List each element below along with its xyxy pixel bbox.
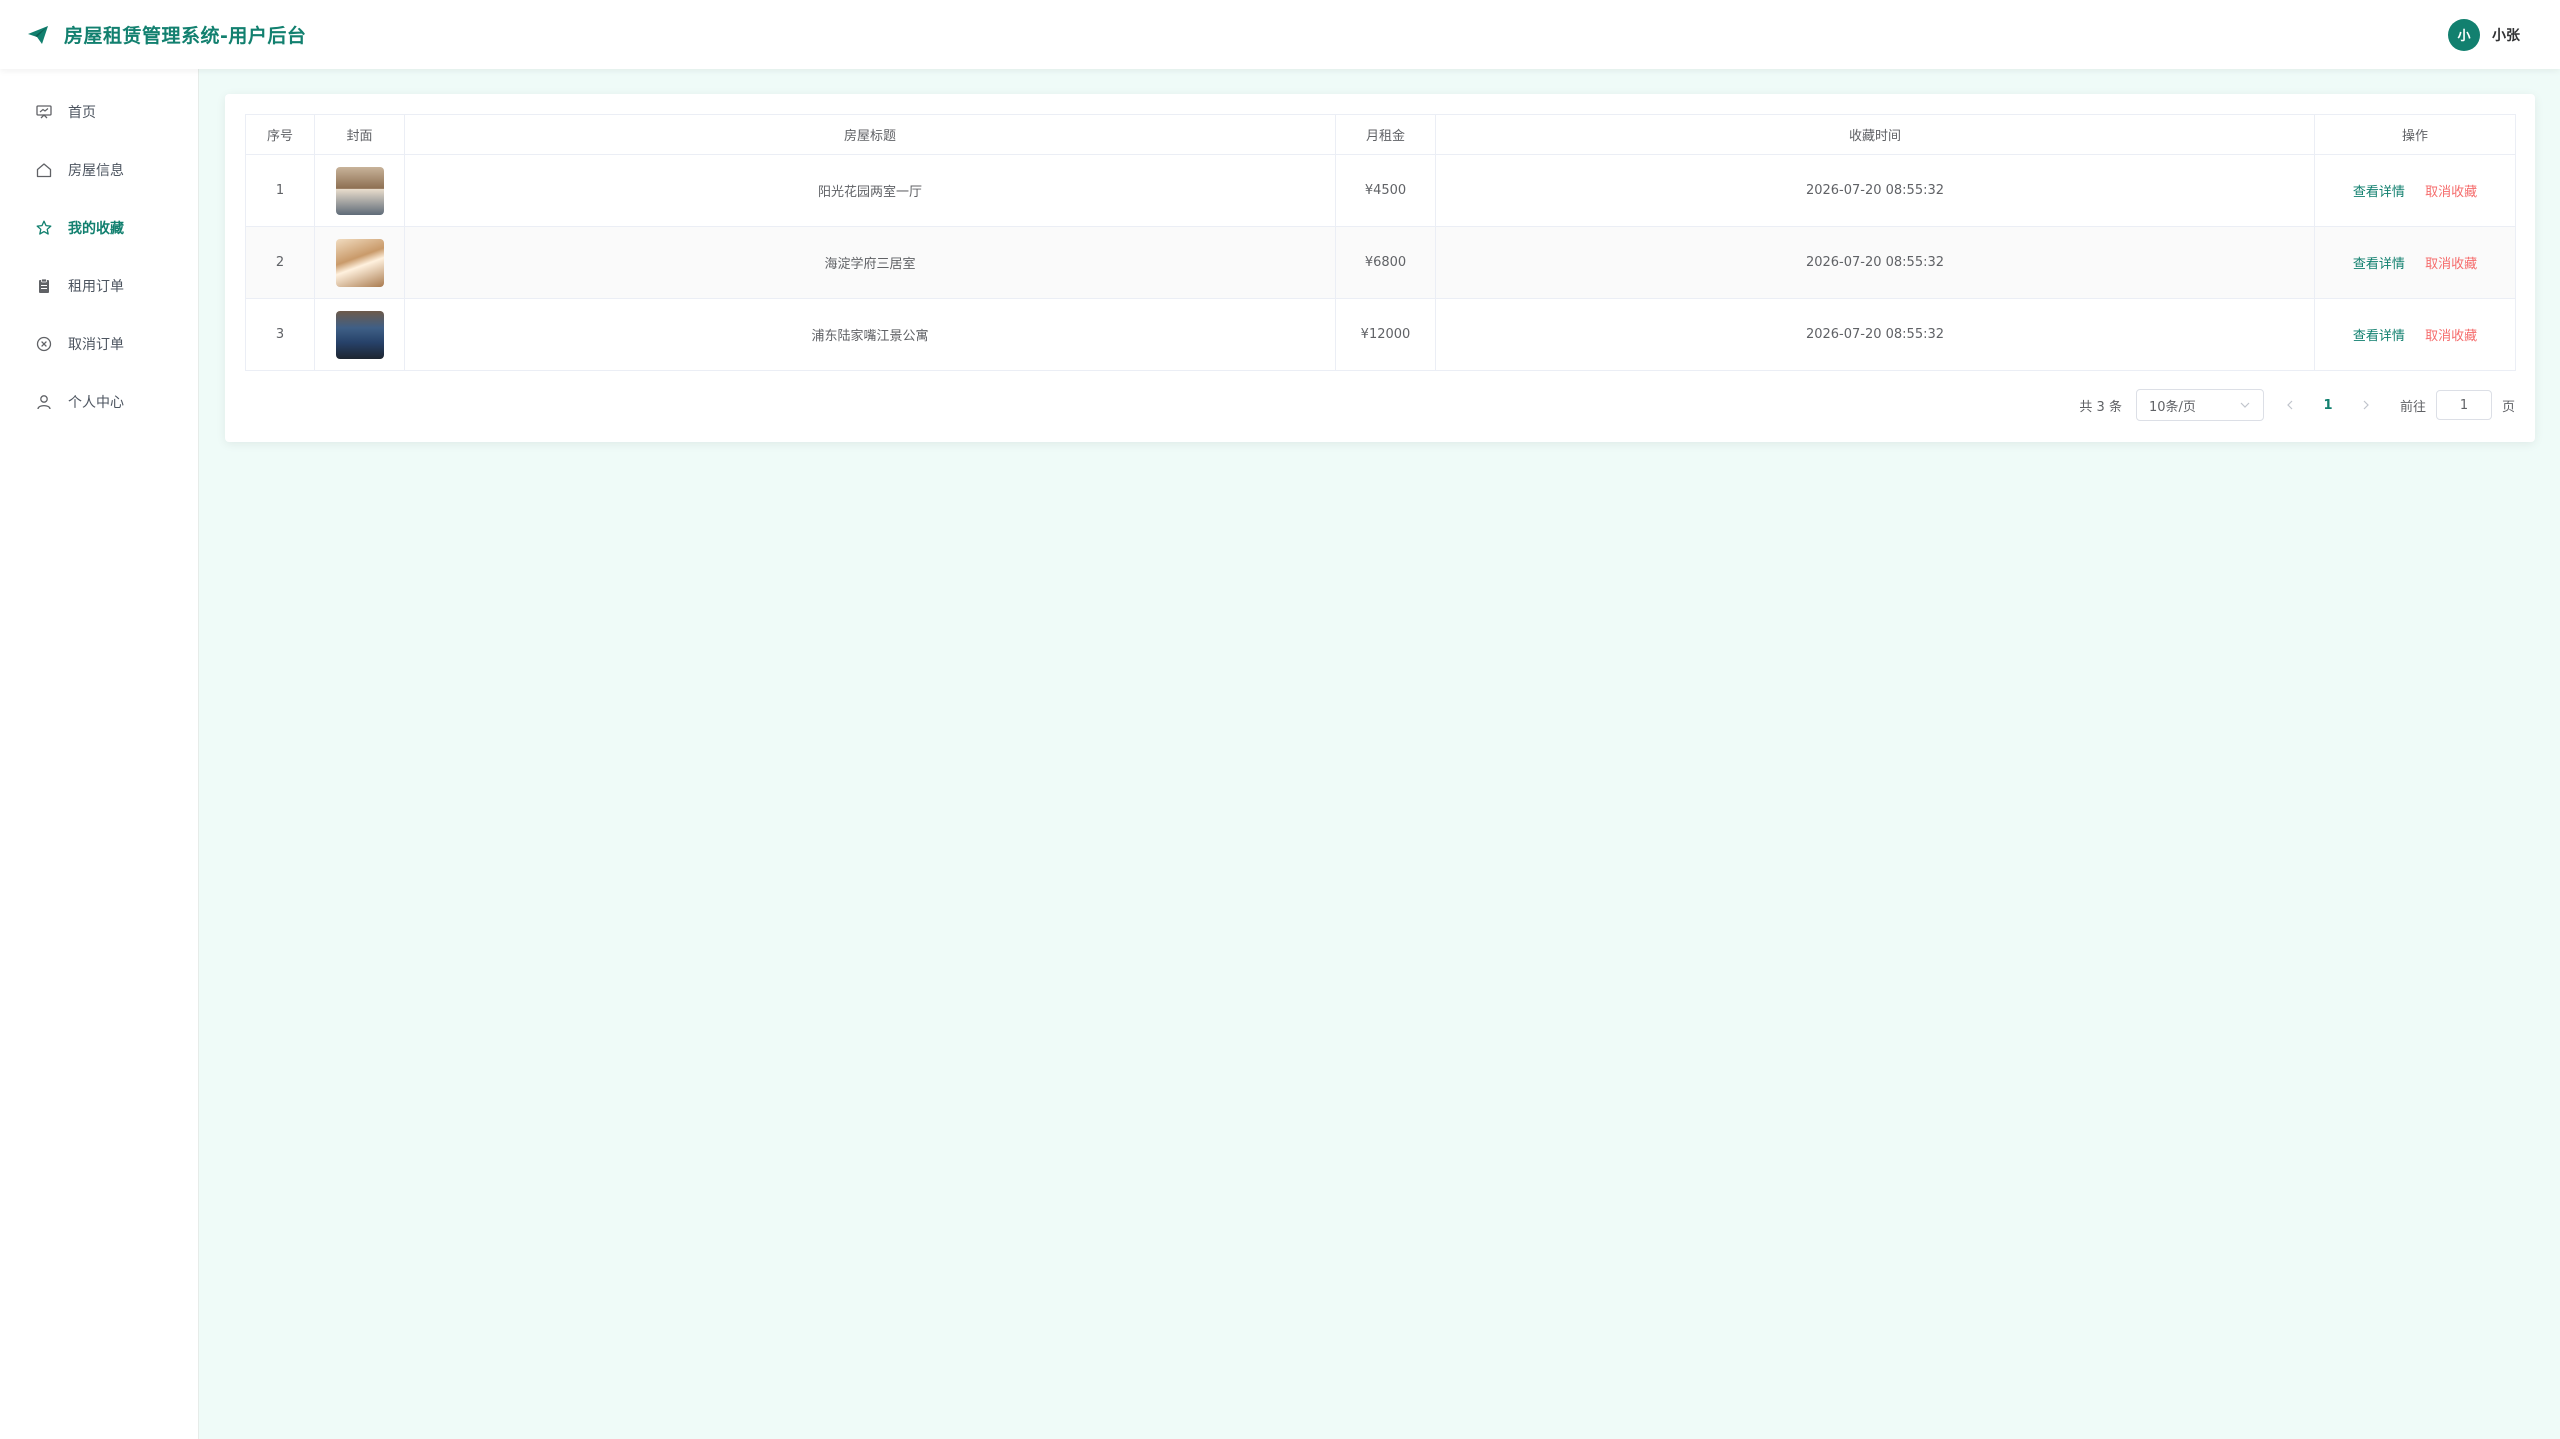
cancel-favorite-button[interactable]: 取消收藏 bbox=[2425, 185, 2477, 200]
goto-page: 前往 页 bbox=[2400, 390, 2515, 420]
cell-index: 1 bbox=[245, 154, 315, 227]
sidebar-item-profile[interactable]: 个人中心 bbox=[0, 373, 198, 431]
chevron-down-icon bbox=[2239, 399, 2251, 411]
cell-title: 浦东陆家嘴江景公寓 bbox=[404, 298, 1336, 371]
column-header-title: 房屋标题 bbox=[404, 114, 1336, 155]
cell-time: 2026-07-20 08:55:32 bbox=[1435, 226, 2315, 299]
cell-time: 2026-07-20 08:55:32 bbox=[1435, 298, 2315, 371]
table-row: 1 阳光花园两室一厅 ¥4500 2026-07-20 08:55:32 查看详… bbox=[245, 154, 2516, 227]
chevron-right-icon bbox=[2363, 400, 2369, 410]
cell-ops: 查看详情 取消收藏 bbox=[2314, 226, 2516, 299]
cancel-favorite-button[interactable]: 取消收藏 bbox=[2425, 257, 2477, 272]
sidebar-item-label: 取消订单 bbox=[68, 337, 124, 353]
view-details-button[interactable]: 查看详情 bbox=[2353, 329, 2405, 344]
view-details-button[interactable]: 查看详情 bbox=[2353, 185, 2405, 200]
cell-cover bbox=[314, 154, 405, 227]
star-icon bbox=[35, 219, 53, 237]
view-details-button[interactable]: 查看详情 bbox=[2353, 257, 2405, 272]
sidebar-item-home[interactable]: 首页 bbox=[0, 83, 198, 141]
cell-index: 3 bbox=[245, 298, 315, 371]
sidebar-item-cancel-orders[interactable]: 取消订单 bbox=[0, 315, 198, 373]
house-cover-image[interactable] bbox=[335, 310, 384, 359]
cell-ops: 查看详情 取消收藏 bbox=[2314, 154, 2516, 227]
paper-plane-icon bbox=[26, 23, 50, 47]
cell-cover bbox=[314, 298, 405, 371]
favorites-table: 序号 封面 房屋标题 月租金 收藏时间 操作 1 阳光花园两室一厅 ¥4500 … bbox=[245, 114, 2516, 371]
username[interactable]: 小张 bbox=[2492, 25, 2520, 45]
circle-close-icon bbox=[35, 335, 53, 353]
pagination-total: 共 3 条 bbox=[2079, 399, 2122, 415]
cell-time: 2026-07-20 08:55:32 bbox=[1435, 154, 2315, 227]
cell-ops: 查看详情 取消收藏 bbox=[2314, 298, 2516, 371]
sidebar-item-label: 房屋信息 bbox=[68, 163, 124, 179]
top-header: 房屋租赁管理系统-用户后台 小 小张 bbox=[0, 0, 2560, 69]
dashboard-icon bbox=[35, 103, 53, 121]
table-row: 3 浦东陆家嘴江景公寓 ¥12000 2026-07-20 08:55:32 查… bbox=[245, 298, 2516, 371]
sidebar-item-favorites[interactable]: 我的收藏 bbox=[0, 199, 198, 257]
avatar[interactable]: 小 bbox=[2448, 18, 2480, 51]
cell-title: 阳光花园两室一厅 bbox=[404, 154, 1336, 227]
page-suffix: 页 bbox=[2501, 399, 2515, 415]
table-row: 2 海淀学府三居室 ¥6800 2026-07-20 08:55:32 查看详情… bbox=[245, 226, 2516, 299]
page-size-value: 10条/页 bbox=[2148, 399, 2196, 415]
brand[interactable]: 房屋租赁管理系统-用户后台 bbox=[26, 21, 306, 48]
sidebar-item-house-info[interactable]: 房屋信息 bbox=[0, 141, 198, 199]
next-page-button[interactable] bbox=[2354, 393, 2378, 417]
column-header-time: 收藏时间 bbox=[1435, 114, 2315, 155]
column-header-rent: 月租金 bbox=[1335, 114, 1436, 155]
goto-page-input[interactable] bbox=[2435, 390, 2492, 420]
column-header-index: 序号 bbox=[245, 114, 315, 155]
cell-rent: ¥4500 bbox=[1335, 154, 1436, 227]
page-size-select[interactable]: 10条/页 bbox=[2135, 389, 2264, 421]
sidebar-item-rent-orders[interactable]: 租用订单 bbox=[0, 257, 198, 315]
cell-title: 海淀学府三居室 bbox=[404, 226, 1336, 299]
clipboard-icon bbox=[35, 277, 53, 295]
column-header-cover: 封面 bbox=[314, 114, 405, 155]
cell-rent: ¥6800 bbox=[1335, 226, 1436, 299]
cell-cover bbox=[314, 226, 405, 299]
house-cover-image[interactable] bbox=[335, 238, 384, 287]
pagination: 共 3 条 10条/页 1 前往 页 bbox=[2079, 389, 2515, 421]
sidebar-item-label: 我的收藏 bbox=[68, 221, 124, 237]
sidebar-item-label: 租用订单 bbox=[68, 279, 124, 295]
favorites-card: 序号 封面 房屋标题 月租金 收藏时间 操作 1 阳光花园两室一厅 ¥4500 … bbox=[225, 94, 2535, 442]
cell-index: 2 bbox=[245, 226, 315, 299]
cancel-favorite-button[interactable]: 取消收藏 bbox=[2425, 329, 2477, 344]
page-number-current[interactable]: 1 bbox=[2316, 398, 2340, 413]
column-header-ops: 操作 bbox=[2314, 114, 2516, 155]
app-title: 房屋租赁管理系统-用户后台 bbox=[64, 25, 307, 47]
user-icon bbox=[35, 393, 53, 411]
table-header-row: 序号 封面 房屋标题 月租金 收藏时间 操作 bbox=[245, 114, 2516, 155]
user-menu[interactable]: 小 小张 bbox=[2448, 18, 2520, 51]
sidebar-item-label: 个人中心 bbox=[68, 395, 124, 411]
sidebar-item-label: 首页 bbox=[68, 105, 96, 121]
cell-rent: ¥12000 bbox=[1335, 298, 1436, 371]
prev-page-button[interactable] bbox=[2278, 393, 2302, 417]
sidebar: 首页 房屋信息 我的收藏 租用订单 取消订单 个人中心 bbox=[0, 69, 199, 1439]
goto-label: 前往 bbox=[2399, 399, 2426, 415]
house-cover-image[interactable] bbox=[335, 166, 384, 215]
house-icon bbox=[35, 161, 53, 179]
chevron-left-icon bbox=[2287, 400, 2293, 410]
